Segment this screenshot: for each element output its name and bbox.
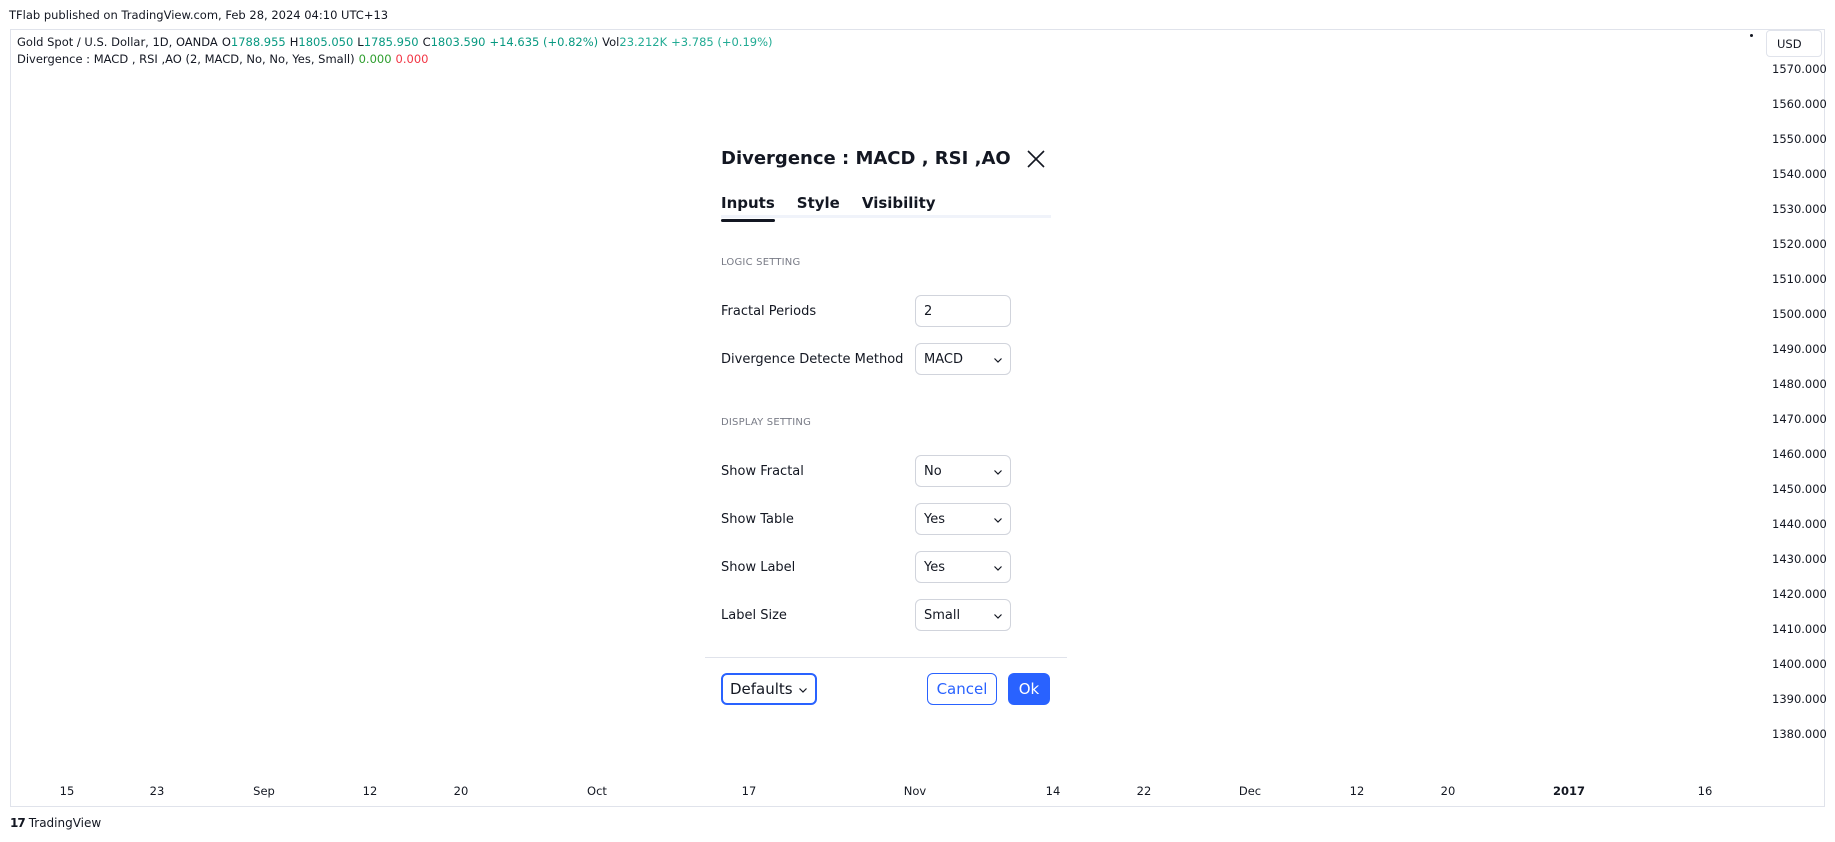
indicator-value-2: 0.000 [395, 52, 429, 66]
time-axis-label: 12 [1349, 784, 1365, 798]
time-axis-label: 20 [1440, 784, 1456, 798]
show-label-value: Yes [924, 559, 945, 575]
time-axis-label: Sep [253, 784, 275, 798]
time-axis-label: Nov [903, 784, 927, 798]
price-scale-label: 1570.000 [1772, 62, 1827, 76]
time-axis-label: 16 [1697, 784, 1713, 798]
dot-icon [1750, 34, 1753, 37]
price-scale-label: 1390.000 [1772, 692, 1827, 706]
indicator-settings-dialog: Divergence : MACD , RSI ,AO Inputs Style… [705, 132, 1067, 712]
price-scale-label: 1500.000 [1772, 307, 1827, 321]
close-icon[interactable] [1025, 148, 1047, 170]
price-scale-label: 1510.000 [1772, 272, 1827, 286]
time-axis-label: 12 [362, 784, 378, 798]
dialog-footer-divider [705, 657, 1067, 658]
chevron-down-icon [799, 688, 807, 693]
price-scale-label: 1490.000 [1772, 342, 1827, 356]
time-axis-label: 15 [59, 784, 75, 798]
defaults-label: Defaults [730, 680, 793, 698]
time-axis-label: 17 [741, 784, 757, 798]
high-value: 1805.050 [298, 35, 354, 49]
chevron-down-icon [994, 358, 1002, 363]
symbol-legend: Gold Spot / U.S. Dollar, 1D, OANDA O 1788… [17, 34, 773, 51]
indicator-name[interactable]: Divergence : MACD , RSI ,AO (2, MACD, No… [17, 51, 355, 68]
close-value: 1803.590 [430, 35, 486, 49]
currency-button[interactable]: USD [1766, 30, 1822, 57]
price-scale-label: 1550.000 [1772, 132, 1827, 146]
tab-style[interactable]: Style [797, 194, 840, 215]
show-table-value: Yes [924, 511, 945, 527]
tradingview-logo-icon: 17 [10, 816, 26, 830]
show-label-select[interactable]: Yes [915, 551, 1011, 583]
time-axis-label: 20 [453, 784, 469, 798]
time-axis-label: 22 [1136, 784, 1152, 798]
dialog-title: Divergence : MACD , RSI ,AO [721, 148, 1011, 169]
high-label: H [289, 35, 299, 49]
price-scale-label: 1480.000 [1772, 377, 1827, 391]
price-scale-label: 1450.000 [1772, 482, 1827, 496]
brand[interactable]: 17 TradingView [10, 816, 101, 830]
label-size-select[interactable]: Small [915, 599, 1011, 631]
show-label-label: Show Label [721, 560, 796, 575]
price-scale-label: 1410.000 [1772, 622, 1827, 636]
fractal-periods-input[interactable]: 2 [915, 295, 1011, 327]
divergence-method-select[interactable]: MACD [915, 343, 1011, 375]
close-label: C [422, 35, 431, 49]
volume-change: +3.785 (+0.19%) [671, 35, 773, 49]
time-axis-label: Oct [587, 784, 607, 798]
display-section-heading: DISPLAY SETTING [721, 417, 812, 428]
divergence-method-value: MACD [924, 351, 963, 367]
price-scale-label: 1470.000 [1772, 412, 1827, 426]
chevron-down-icon [994, 470, 1002, 475]
open-label: O [221, 35, 231, 49]
chevron-down-icon [994, 566, 1002, 571]
chevron-down-icon [994, 614, 1002, 619]
price-scale-label: 1560.000 [1772, 97, 1827, 111]
time-axis-label: 14 [1045, 784, 1061, 798]
tab-visibility[interactable]: Visibility [862, 194, 936, 215]
price-scale-label: 1430.000 [1772, 552, 1827, 566]
time-axis-label: 23 [149, 784, 165, 798]
show-fractal-select[interactable]: No [915, 455, 1011, 487]
price-scale-label: 1380.000 [1772, 727, 1827, 741]
time-axis[interactable]: 15 23 Sep 12 20 Oct 17 Nov 14 22 Dec 12 20 2017 16 [10, 784, 1760, 802]
price-scale-label: 1400.000 [1772, 657, 1827, 671]
price-scale-label: 1420.000 [1772, 587, 1827, 601]
low-value: 1785.950 [363, 35, 419, 49]
price-scale-label: 1440.000 [1772, 517, 1827, 531]
symbol-name[interactable]: Gold Spot / U.S. Dollar, 1D, OANDA [17, 34, 218, 51]
show-table-label: Show Table [721, 512, 794, 527]
open-value: 1788.955 [230, 35, 286, 49]
label-size-value: Small [924, 607, 961, 623]
indicator-legend: Divergence : MACD , RSI ,AO (2, MACD, No… [17, 51, 773, 68]
price-scale-label: 1530.000 [1772, 202, 1827, 216]
brand-name: TradingView [28, 816, 102, 830]
logic-section-heading: LOGIC SETTING [721, 257, 801, 268]
volume-label: Vol [602, 35, 620, 49]
indicator-value-1: 0.000 [358, 52, 392, 66]
show-fractal-label: Show Fractal [721, 464, 804, 479]
price-scale-label: 1520.000 [1772, 237, 1827, 251]
price-scale-label: 1540.000 [1772, 167, 1827, 181]
price-change: +14.635 (+0.82%) [489, 35, 599, 49]
defaults-dropdown[interactable]: Defaults [721, 673, 817, 705]
dialog-tabs: Inputs Style Visibility [721, 194, 1051, 222]
fractal-periods-label: Fractal Periods [721, 304, 817, 319]
ok-button[interactable]: Ok [1008, 673, 1050, 705]
divergence-method-label: Divergence Detecte Method [721, 352, 904, 367]
published-caption: TFlab published on TradingView.com, Feb … [9, 8, 389, 22]
volume-value: 23.212K [619, 35, 668, 49]
time-axis-label: 2017 [1552, 784, 1586, 798]
chart-legend: Gold Spot / U.S. Dollar, 1D, OANDA O 1788… [17, 34, 773, 68]
label-size-label: Label Size [721, 608, 787, 623]
show-table-select[interactable]: Yes [915, 503, 1011, 535]
cancel-button[interactable]: Cancel [927, 673, 997, 705]
time-axis-label: Dec [1238, 784, 1262, 798]
price-scale-label: 1460.000 [1772, 447, 1827, 461]
chevron-down-icon [994, 518, 1002, 523]
show-fractal-value: No [924, 463, 942, 479]
tab-inputs[interactable]: Inputs [721, 194, 775, 222]
